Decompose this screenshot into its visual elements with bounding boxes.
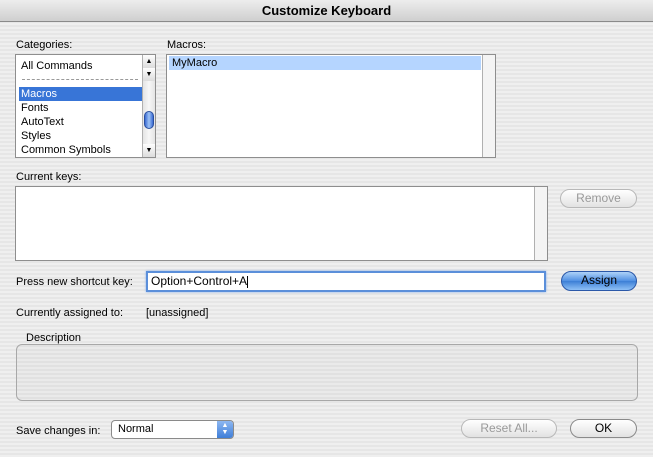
up-down-arrows-icon: ▲ ▼ (217, 421, 233, 438)
macros-label: Macros: (167, 39, 207, 51)
assign-button[interactable]: Assign (561, 271, 637, 291)
description-box (16, 344, 638, 401)
categories-scrollbar[interactable]: ▲ ▼ ▼ (142, 55, 155, 157)
save-in-label: Save changes in: (16, 425, 101, 437)
category-item-fonts[interactable]: Fonts (19, 101, 49, 115)
macros-scrollbar[interactable] (482, 55, 495, 157)
description-label: Description (26, 332, 82, 344)
shortcut-value: Option+Control+A (151, 274, 248, 288)
ok-button[interactable]: OK (570, 419, 637, 438)
categories-list[interactable]: All Commands Macros Fonts AutoText Style… (15, 54, 156, 158)
scroll-thumb[interactable] (144, 111, 154, 129)
window-title: Customize Keyboard (0, 0, 653, 22)
shortcut-input[interactable]: Option+Control+A (146, 271, 546, 292)
category-item-autotext[interactable]: AutoText (19, 115, 64, 129)
macros-list[interactable]: MyMacro (166, 54, 496, 158)
category-item-styles[interactable]: Styles (19, 129, 51, 143)
assigned-label: Currently assigned to: (16, 307, 123, 319)
save-in-value: Normal (118, 423, 154, 435)
shortcut-label: Press new shortcut key: (16, 276, 133, 288)
current-keys-label: Current keys: (16, 171, 82, 183)
scroll-up-icon[interactable]: ▲ (143, 55, 155, 68)
categories-label: Categories: (16, 39, 73, 51)
scroll-down-icon[interactable]: ▼ (143, 68, 155, 81)
category-item-macros[interactable]: Macros (19, 87, 142, 101)
remove-button[interactable]: Remove (560, 189, 637, 208)
save-in-popup[interactable]: Normal ▲ ▼ (111, 420, 234, 439)
category-item-common-symbols[interactable]: Common Symbols (19, 143, 111, 157)
reset-all-button[interactable]: Reset All... (461, 419, 557, 438)
current-keys-list[interactable] (15, 186, 548, 261)
text-caret (247, 275, 249, 288)
assigned-value: [unassigned] (146, 307, 209, 319)
current-keys-scrollbar[interactable] (534, 187, 547, 260)
scroll-down-bottom-icon[interactable]: ▼ (143, 144, 155, 157)
macro-item[interactable]: MyMacro (169, 56, 481, 70)
category-separator (22, 79, 138, 80)
category-item-all-commands[interactable]: All Commands (19, 59, 93, 73)
